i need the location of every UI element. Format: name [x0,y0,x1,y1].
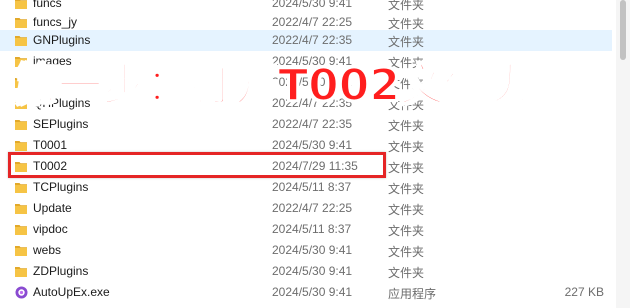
file-name: TCPlugins [33,180,89,194]
file-name: ZDPlugins [33,264,89,278]
file-name: AutoUpEx.exe [33,285,110,299]
file-name: Update [33,201,72,215]
file-date: 2024/5/11 8:37 [272,222,352,236]
folder-icon [15,181,27,194]
file-date: 2024/5/30 9:41 [272,243,353,257]
exe-app-icon [15,286,28,299]
file-row[interactable]: AutoUpEx.exe 2024/5/30 9:41 应用程序 227 KB [0,282,612,303]
file-row[interactable]: ZDPlugins 2024/5/30 9:41 文件夹 [0,261,612,282]
file-row[interactable]: GNPlugins 2022/4/7 22:35 文件夹 [0,30,612,51]
file-date: 2022/4/7 22:25 [272,201,353,215]
folder-icon [15,16,27,29]
file-name: webs [33,243,62,257]
file-row[interactable]: vipdoc 2024/5/11 8:37 文件夹 [0,219,612,240]
file-type: 文件夹 [388,182,425,196]
file-type: 文件夹 [388,245,425,259]
file-date: 2024/5/30 9:41 [272,264,353,278]
file-row[interactable]: TCPlugins 2024/5/11 8:37 文件夹 [0,177,612,198]
file-type: 文件夹 [388,224,425,238]
highlight-box [8,152,386,178]
file-type: 文件夹 [388,266,425,280]
folder-icon [15,223,27,236]
file-date: 2024/5/11 8:37 [272,180,352,194]
folder-icon [15,244,27,257]
file-size: 227 KB [564,285,604,299]
file-name: funcs_jy [33,15,78,29]
folder-icon [15,0,27,10]
vertical-scrollbar[interactable] [616,0,630,308]
folder-icon [15,139,27,152]
folder-icon [15,34,27,47]
file-row[interactable]: Update 2022/4/7 22:25 文件夹 [0,198,612,219]
instruction-text: 第一步：打开T002文件夹 [13,59,533,112]
file-date: 2022/4/7 22:25 [272,15,353,29]
file-name: vipdoc [33,222,68,236]
folder-icon [15,202,27,215]
instruction-overlay: 第一步：打开T002文件夹 [13,50,533,122]
file-row[interactable]: webs 2024/5/30 9:41 文件夹 [0,240,612,261]
file-type: 文件夹 [388,203,425,217]
file-type: 文件夹 [388,35,425,49]
file-name: funcs [33,0,62,10]
file-type: 文件夹 [388,161,425,175]
file-name: GNPlugins [33,33,91,47]
scrollbar-thumb[interactable] [620,0,626,60]
file-date: 2024/5/30 9:41 [272,138,353,152]
file-date: 2022/4/7 22:35 [272,33,353,47]
file-date: 2024/5/30 9:41 [272,285,353,299]
file-date: 2024/5/30 9:41 [272,0,353,10]
file-type: 文件夹 [388,140,425,154]
file-name: T0001 [33,138,68,152]
folder-icon [15,265,27,278]
file-type: 应用程序 [388,287,437,301]
